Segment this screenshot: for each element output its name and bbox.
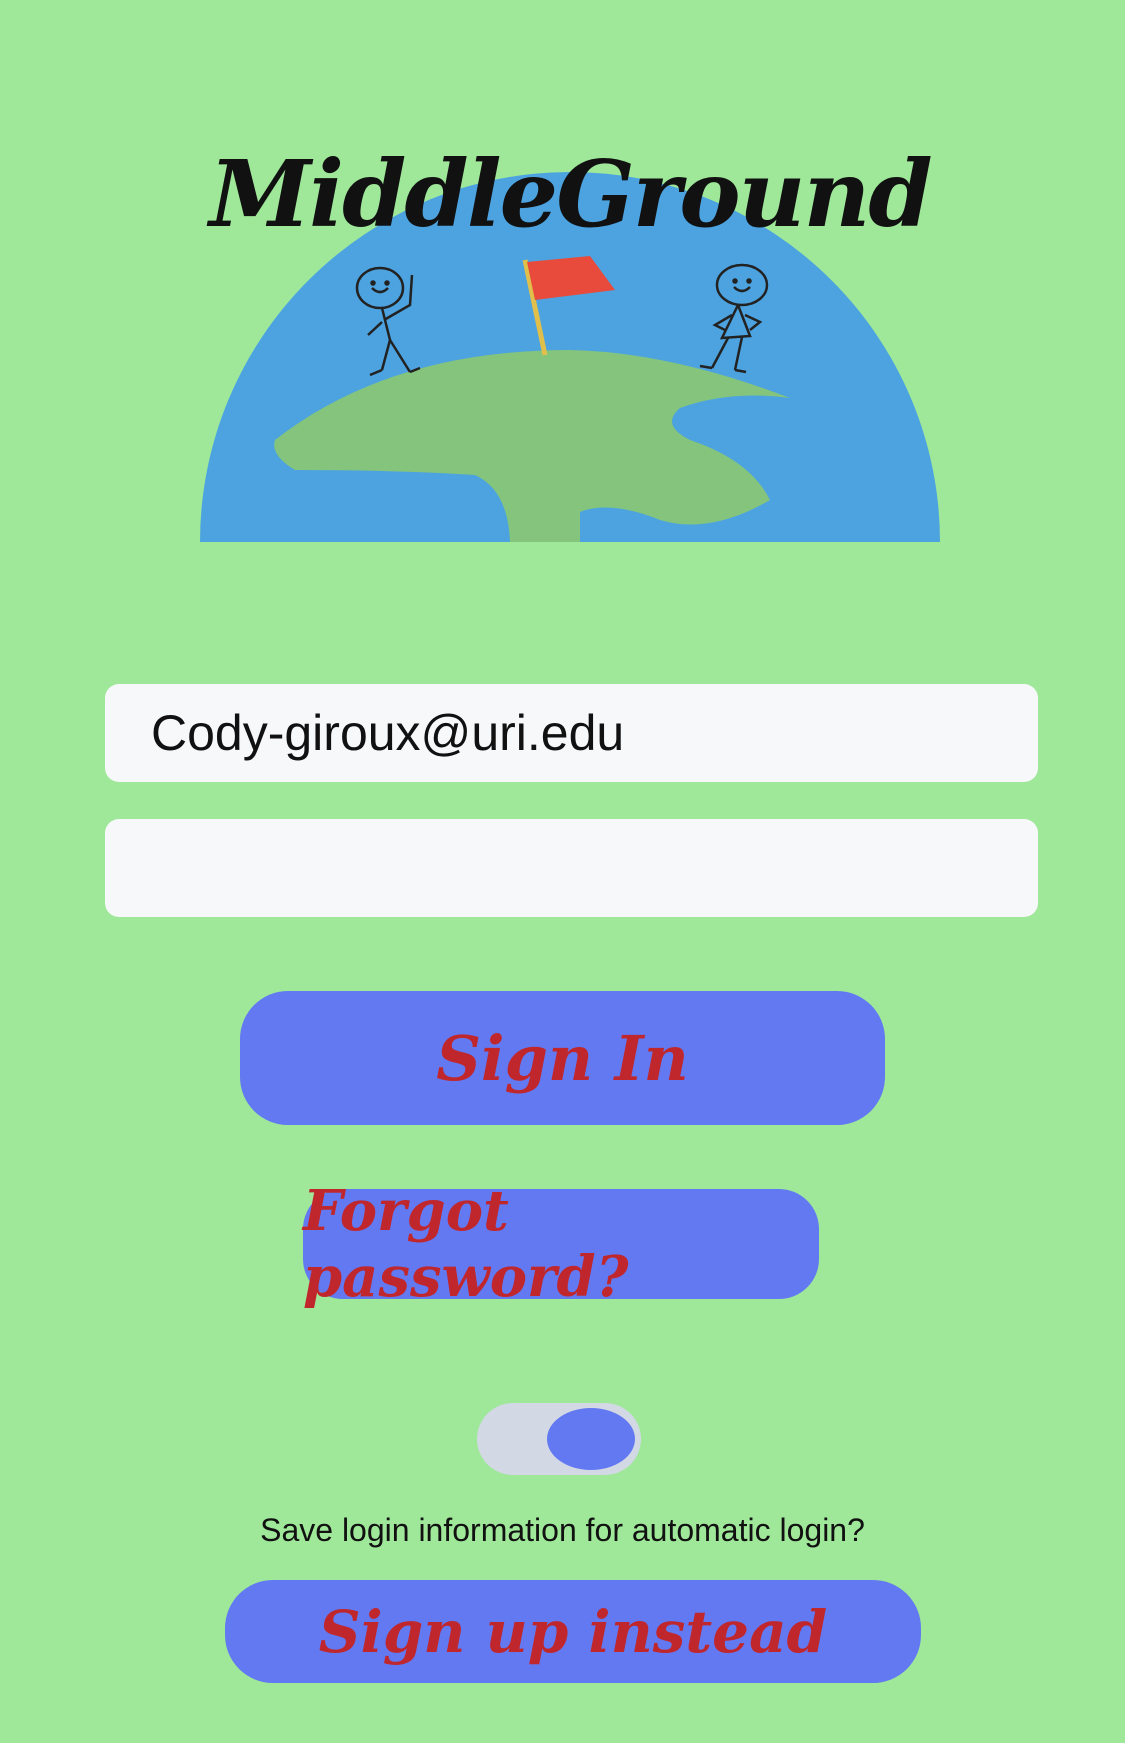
- sign-up-button[interactable]: Sign up instead: [225, 1580, 921, 1683]
- sign-in-button[interactable]: Sign In: [240, 991, 885, 1125]
- app-logo-text: MiddleGround: [209, 140, 932, 248]
- toggle-knob: [547, 1408, 635, 1470]
- forgot-password-button[interactable]: Forgot password?: [303, 1178, 819, 1310]
- sign-in-label: Sign In: [436, 1021, 689, 1095]
- email-value: Cody-giroux@uri.edu: [151, 705, 625, 761]
- sign-up-label: Sign up instead: [318, 1597, 828, 1666]
- email-field[interactable]: Cody-giroux@uri.edu: [105, 684, 1038, 782]
- password-field[interactable]: [105, 819, 1038, 917]
- save-login-toggle[interactable]: [477, 1403, 641, 1475]
- forgot-password-label: Forgot password?: [303, 1178, 629, 1310]
- logo: MiddleGround: [190, 140, 950, 545]
- save-login-label: Save login information for automatic log…: [260, 1512, 865, 1548]
